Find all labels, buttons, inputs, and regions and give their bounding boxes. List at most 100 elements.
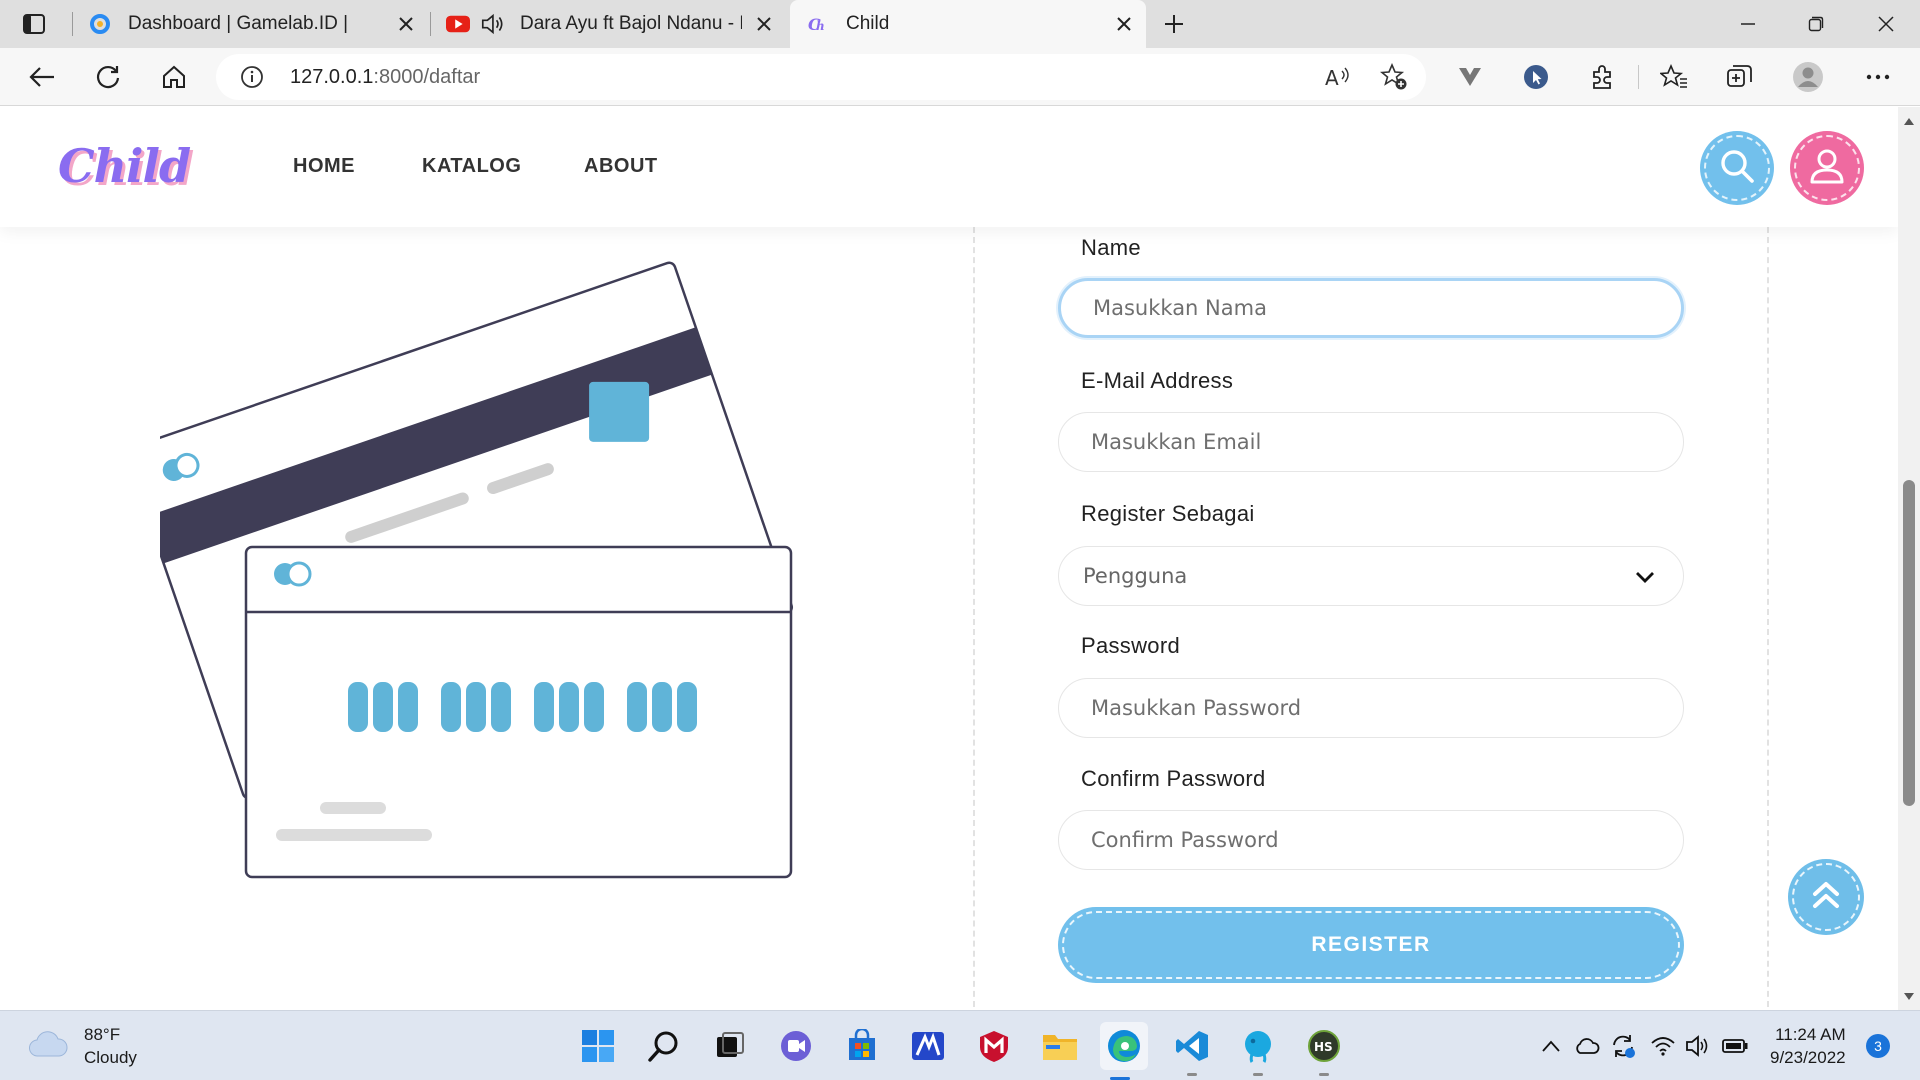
running-indicator [1187, 1073, 1197, 1076]
gamelab-icon [88, 12, 112, 36]
email-input[interactable] [1058, 412, 1684, 472]
close-icon[interactable] [394, 12, 418, 36]
extension-v-icon[interactable] [1454, 61, 1486, 93]
back-icon[interactable] [26, 61, 58, 93]
name-input[interactable] [1058, 278, 1684, 338]
battery-icon[interactable] [1722, 1033, 1748, 1059]
windows-taskbar: 88°F Cloudy HS 11:24 AM 9/23/2022 3 [0, 1010, 1920, 1080]
role-selected-value: Pengguna [1083, 564, 1188, 588]
nav-about[interactable]: ABOUT [584, 155, 658, 178]
site-info-icon[interactable] [240, 65, 264, 89]
home-icon[interactable] [158, 61, 190, 93]
extensions-icon[interactable] [1586, 61, 1618, 93]
site-logo[interactable]: Child [58, 139, 191, 193]
svg-text:HS: HS [1314, 1040, 1333, 1054]
credit-cards-illustration [124, 222, 800, 887]
task-view-icon[interactable] [710, 1026, 750, 1066]
child-icon: Ch [806, 12, 830, 36]
extension-cursor-icon[interactable] [1520, 61, 1552, 93]
clock-date: 9/23/2022 [1770, 1048, 1846, 1067]
tab-separator [72, 12, 73, 36]
read-aloud-icon[interactable]: A [1324, 63, 1352, 91]
nav-home[interactable]: HOME [293, 155, 355, 178]
favorites-icon[interactable] [1658, 61, 1690, 93]
page-scrollbar[interactable] [1898, 107, 1920, 1010]
wifi-icon[interactable] [1650, 1033, 1676, 1059]
confirm-password-label: Confirm Password [1081, 766, 1266, 791]
weather-widget[interactable]: 88°F Cloudy [28, 1023, 137, 1069]
name-label: Name [1081, 235, 1141, 260]
double-chevron-up-icon [1811, 880, 1841, 915]
weather-desc: Cloudy [84, 1048, 137, 1067]
url-path: :8000/daftar [373, 66, 481, 88]
refresh-icon[interactable] [92, 61, 124, 93]
scroll-down-icon[interactable] [1903, 991, 1915, 1003]
tab-separator [430, 12, 431, 36]
tab-gamelab[interactable]: Dashboard | Gamelab.ID | Optim [88, 0, 428, 48]
minimize-icon[interactable] [1728, 8, 1768, 40]
confirm-password-input[interactable] [1058, 810, 1684, 870]
tab-youtube[interactable]: Dara Ayu ft Bajol Ndanu - R [446, 0, 786, 48]
teams-chat-icon[interactable] [776, 1026, 816, 1066]
account-button[interactable] [1790, 131, 1864, 205]
tab-title: Dashboard | Gamelab.ID | Optim [128, 13, 353, 34]
svg-text:A: A [1325, 66, 1339, 89]
profile-avatar-icon[interactable] [1792, 61, 1824, 93]
microsoft-store-icon[interactable] [842, 1026, 882, 1066]
onedrive-icon[interactable] [1574, 1033, 1600, 1059]
svg-text:h: h [816, 19, 825, 33]
search-button[interactable] [1700, 131, 1774, 205]
search-icon[interactable] [644, 1026, 684, 1066]
restore-icon[interactable] [1796, 8, 1836, 40]
cloud-icon [28, 1030, 68, 1063]
column-divider [1767, 227, 1769, 1010]
clock[interactable]: 11:24 AM 9/23/2022 [1770, 1023, 1846, 1069]
start-icon[interactable] [578, 1026, 618, 1066]
role-label: Register Sebagai [1081, 501, 1255, 526]
mysql-workbench-icon[interactable] [1238, 1026, 1278, 1076]
password-input[interactable] [1058, 678, 1684, 738]
page-viewport: Child HOME KATALOG ABOUT Name Masukkan N… [0, 107, 1898, 1010]
notification-badge[interactable]: 3 [1866, 1034, 1890, 1058]
user-icon [1808, 147, 1846, 190]
mcafee-icon[interactable] [974, 1026, 1014, 1066]
browser-tab-strip: Dashboard | Gamelab.ID | Optim Dara Ayu … [0, 0, 1920, 48]
site-header: Child HOME KATALOG ABOUT [0, 107, 1898, 227]
more-menu-icon[interactable] [1862, 61, 1894, 93]
sync-icon[interactable] [1610, 1033, 1636, 1059]
new-tab-icon[interactable] [1160, 10, 1188, 38]
weather-temp: 88°F [84, 1025, 121, 1044]
tab-title: Dara Ayu ft Bajol Ndanu - R [520, 13, 742, 34]
scrollbar-thumb[interactable] [1903, 480, 1915, 806]
address-bar[interactable]: 127.0.0.1:8000/daftar A [216, 54, 1426, 100]
close-icon[interactable] [752, 12, 776, 36]
email-label: E-Mail Address [1081, 368, 1234, 393]
toolbar-separator [1638, 65, 1639, 89]
add-favorite-icon[interactable] [1380, 63, 1408, 91]
register-button[interactable]: REGISTER [1058, 907, 1684, 983]
url-text[interactable]: 127.0.0.1:8000/daftar [290, 66, 480, 89]
collections-icon[interactable] [1724, 61, 1756, 93]
password-label: Password [1081, 633, 1180, 658]
tab-actions-icon[interactable] [14, 10, 54, 38]
show-hidden-icons-icon[interactable] [1538, 1033, 1564, 1059]
tab-child[interactable]: Ch Child [790, 0, 1146, 48]
column-divider [973, 227, 975, 1010]
window-close-icon[interactable] [1866, 8, 1906, 40]
vscode-icon[interactable] [1172, 1026, 1212, 1076]
search-icon [1718, 147, 1756, 190]
edge-browser-icon[interactable] [1100, 1022, 1148, 1080]
close-icon[interactable] [1112, 12, 1136, 36]
editor-app-icon[interactable] [908, 1026, 948, 1066]
clock-time: 11:24 AM [1775, 1025, 1846, 1044]
speaker-icon[interactable] [480, 12, 504, 36]
file-explorer-icon[interactable] [1040, 1026, 1080, 1066]
youtube-icon [446, 12, 470, 36]
back-to-top-button[interactable] [1788, 859, 1864, 935]
volume-icon[interactable] [1684, 1033, 1710, 1059]
heidisql-icon[interactable]: HS [1304, 1026, 1344, 1076]
running-indicator [1253, 1073, 1263, 1076]
scroll-up-icon[interactable] [1903, 115, 1915, 127]
nav-katalog[interactable]: KATALOG [422, 155, 521, 178]
role-select[interactable]: Pengguna [1058, 546, 1684, 606]
